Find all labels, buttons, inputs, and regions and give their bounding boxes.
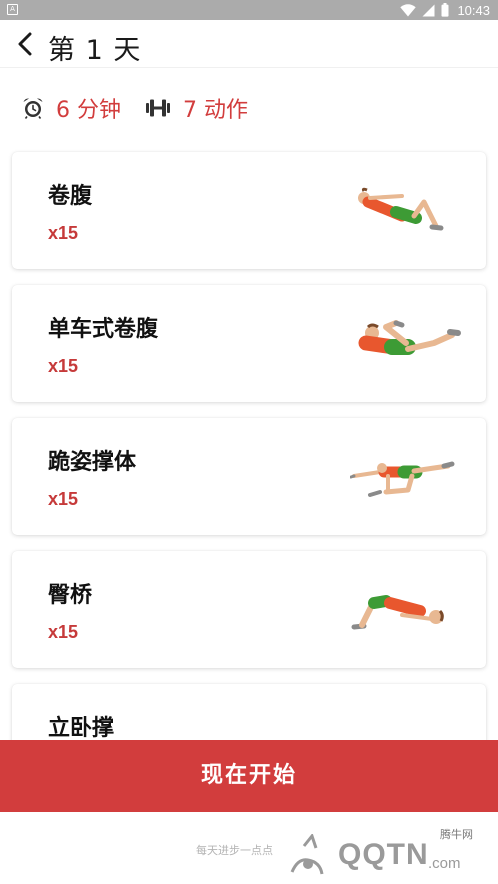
start-now-button[interactable]: 现在开始 bbox=[0, 740, 498, 812]
bicycle-crunch-illustration bbox=[358, 320, 461, 355]
status-time: 10:43 bbox=[457, 2, 490, 18]
exercise-reps: x15 bbox=[48, 356, 79, 376]
workout-summary: 6 分钟 7 动作 bbox=[22, 92, 248, 124]
wifi-icon bbox=[400, 3, 417, 17]
watermark: 腾牛网 QQTN .com bbox=[280, 822, 490, 882]
bird-dog-illustration bbox=[350, 461, 455, 497]
dumbbell-icon bbox=[146, 99, 170, 117]
exercise-name: 单车式卷腹 bbox=[48, 317, 159, 342]
chevron-left-icon bbox=[18, 32, 32, 56]
exercise-card-bird-dog[interactable]: 跪姿撑体 x15 bbox=[12, 418, 486, 535]
exercise-reps: x15 bbox=[48, 489, 79, 509]
alarm-clock-icon bbox=[23, 98, 43, 119]
exercise-card-glute-bridge[interactable]: 臀桥 x15 bbox=[12, 551, 486, 668]
watermark-site: 腾牛网 bbox=[440, 828, 473, 841]
notification-icon: A bbox=[7, 4, 18, 15]
exercise-name: 卷腹 bbox=[48, 184, 93, 209]
status-icons: 10:43 bbox=[400, 2, 490, 18]
exercise-count-text: 7 动作 bbox=[183, 98, 248, 123]
crunch-illustration bbox=[358, 187, 444, 231]
watermark-suffix: .com bbox=[428, 855, 461, 872]
watermark-text: QQTN bbox=[338, 838, 429, 871]
footer-slogan: 每天进步一点点 bbox=[196, 844, 273, 857]
exercise-card-bicycle-crunch[interactable]: 单车式卷腹 x15 bbox=[12, 285, 486, 402]
cellular-signal-icon bbox=[422, 4, 435, 16]
exercise-count-summary: 7 动作 bbox=[145, 92, 248, 124]
glute-bridge-illustration bbox=[351, 595, 444, 630]
exercise-reps: x15 bbox=[48, 223, 79, 243]
status-bar: A 10:43 bbox=[0, 0, 498, 20]
exercise-name: 立卧撑 bbox=[48, 716, 115, 741]
exercise-card-crunch[interactable]: 卷腹 x15 bbox=[12, 152, 486, 269]
app-bar: 第 1 天 bbox=[0, 20, 498, 68]
footer: 每天进步一点点 腾牛网 QQTN .com bbox=[0, 812, 498, 884]
duration-text: 6 分钟 bbox=[56, 98, 121, 123]
back-button[interactable] bbox=[8, 26, 42, 62]
page-title: 第 1 天 bbox=[48, 35, 142, 66]
battery-icon bbox=[441, 3, 449, 17]
exercise-reps: x15 bbox=[48, 622, 79, 642]
duration-summary: 6 分钟 bbox=[22, 92, 121, 124]
exercise-name: 跪姿撑体 bbox=[48, 450, 137, 475]
watermark-logo bbox=[290, 834, 330, 875]
exercise-name: 臀桥 bbox=[48, 583, 93, 608]
